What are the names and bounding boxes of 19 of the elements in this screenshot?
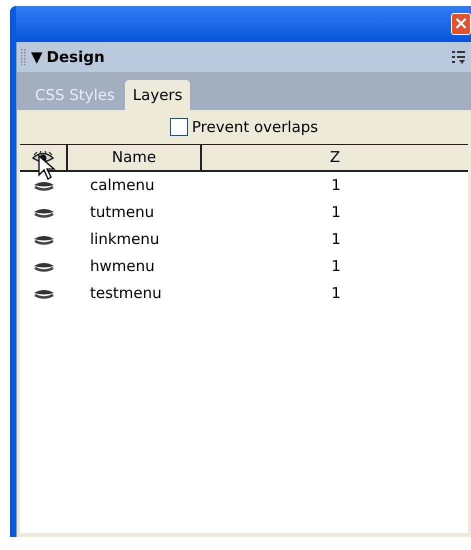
panel-title[interactable]: ▼ Design bbox=[31, 46, 105, 68]
z-index: 1 bbox=[331, 175, 341, 196]
grip-icon[interactable] bbox=[21, 49, 27, 65]
layer-name[interactable]: calmenu bbox=[90, 176, 154, 194]
layer-name[interactable]: tutmenu bbox=[90, 203, 154, 222]
column-header[interactable]: Name bbox=[68, 145, 202, 170]
layer-name[interactable]: testmenu bbox=[90, 284, 162, 302]
z-index: 1 bbox=[331, 202, 341, 224]
z-index: 1 bbox=[331, 283, 341, 304]
prevent-overlaps-checkbox[interactable]: Prevent overlaps bbox=[170, 116, 318, 138]
layer-name[interactable]: linkmenu bbox=[90, 230, 160, 248]
cursor-icon bbox=[38, 155, 58, 181]
tab[interactable]: Layers bbox=[124, 80, 190, 110]
column-header[interactable]: Z bbox=[202, 145, 468, 170]
options-menu-icon[interactable] bbox=[451, 49, 467, 65]
z-index: 1 bbox=[331, 256, 341, 278]
z-index: 1 bbox=[331, 229, 341, 250]
layer-name[interactable]: hwmenu bbox=[90, 257, 155, 276]
close-button[interactable]: × bbox=[451, 13, 471, 35]
